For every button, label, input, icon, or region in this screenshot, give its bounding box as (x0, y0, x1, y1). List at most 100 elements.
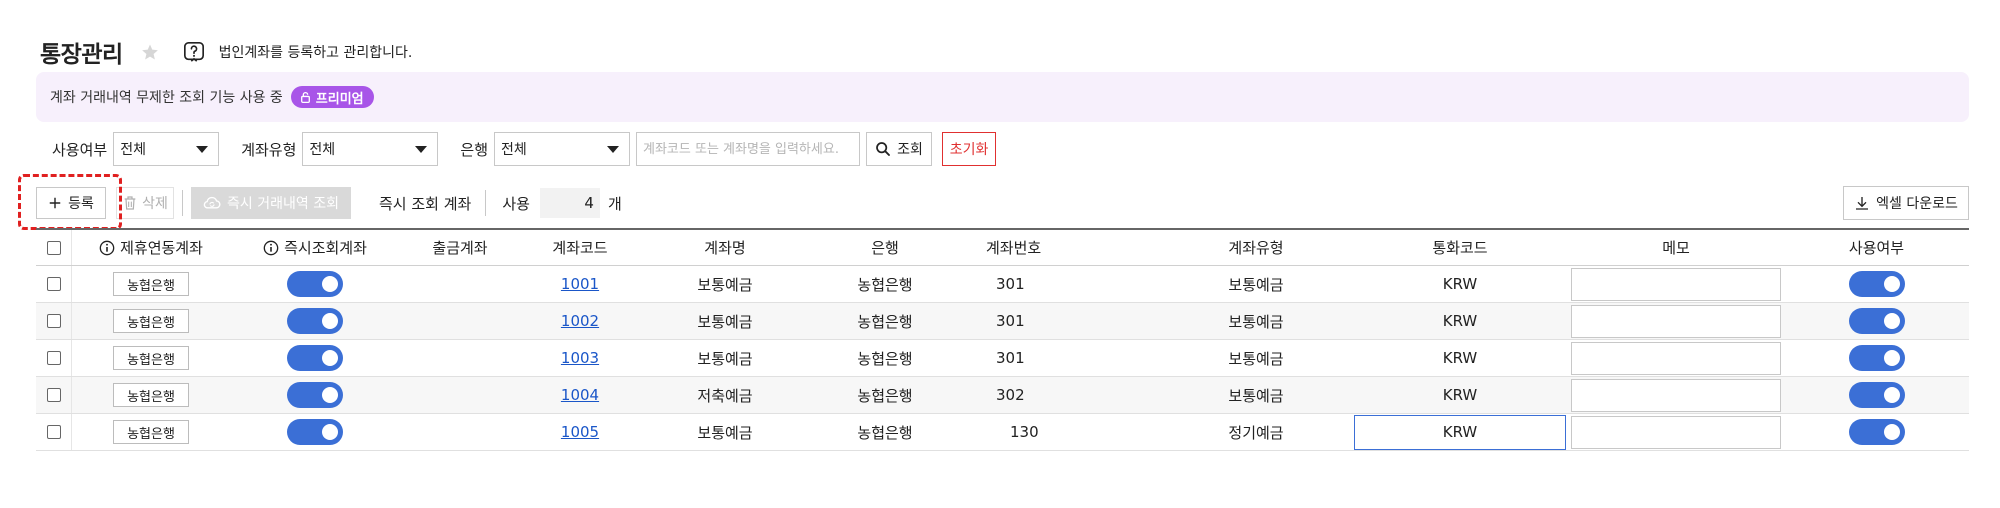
info-icon[interactable] (99, 240, 115, 256)
row-checkbox[interactable] (46, 277, 61, 291)
memo-cell (1568, 340, 1784, 376)
memo-input[interactable] (1571, 267, 1781, 301)
delete-button[interactable]: 삭제 (116, 187, 174, 219)
row-checkbox[interactable] (46, 388, 61, 402)
partner-bank-cell: 농협은행 (72, 377, 230, 413)
cloud-refresh-icon (203, 196, 221, 209)
partner-bank-button[interactable]: 농협은행 (113, 383, 189, 407)
type-filter-select[interactable]: 전체 (302, 132, 439, 166)
info-icon[interactable] (263, 240, 279, 256)
download-icon (1856, 197, 1869, 210)
table-row[interactable]: 농협은행 1002 보통예금 농협은행 301 보통예금 KRW (36, 303, 1969, 340)
account-code-link[interactable]: 1001 (561, 275, 599, 293)
row-checkbox[interactable] (46, 351, 61, 365)
select-all-checkbox[interactable] (46, 240, 61, 255)
account-code-link[interactable]: 1004 (561, 386, 599, 404)
table-row[interactable]: 농협은행 1003 보통예금 농협은행 301 보통예금 KRW (36, 340, 1969, 377)
register-button[interactable]: 등록 (36, 187, 106, 219)
memo-input[interactable] (1571, 304, 1781, 338)
header-account-name: 계좌명 (704, 239, 746, 257)
toolbar-divider (182, 190, 183, 216)
row-checkbox-cell (36, 414, 72, 450)
header-withdraw-account: 출금계좌 (432, 239, 488, 257)
account-code-link[interactable]: 1002 (561, 312, 599, 330)
instant-toggle[interactable] (287, 382, 343, 408)
search-input[interactable] (636, 132, 861, 166)
active-toggle[interactable] (1848, 345, 1905, 371)
header-account-number: 계좌번호 (986, 239, 1042, 257)
account-code-link[interactable]: 1005 (561, 423, 599, 441)
table-row[interactable]: 농협은행 1001 보통예금 농협은행 301 보통예금 KRW (36, 266, 1969, 303)
instant-toggle-cell (230, 414, 400, 450)
instant-toggle[interactable] (287, 308, 343, 334)
page-header: 통장관리 법인계좌를 등록하고 관리합니다. (40, 36, 412, 68)
active-toggle-cell (1784, 414, 1969, 450)
toolbar-divider (485, 190, 487, 216)
plus-icon (49, 197, 61, 209)
excel-download-button[interactable]: 엑셀 다운로드 (1843, 186, 1969, 220)
account-type-cell: 정기예금 (1228, 423, 1284, 442)
bank-filter-label: 은행 (460, 140, 489, 159)
header-instant-account: 즉시조회계좌 (230, 230, 400, 265)
currency-cell: KRW (1442, 386, 1478, 404)
row-checkbox[interactable] (46, 314, 61, 328)
account-number-cell: 130 (1010, 423, 1039, 441)
instant-toggle-cell (230, 377, 400, 413)
table-header-row: 제휴연동계좌 즉시조회계좌 출금계좌 계좌코드 계좌명 은행 계좌번호 계좌유형… (36, 230, 1969, 266)
memo-input[interactable] (1571, 415, 1781, 449)
memo-cell (1568, 414, 1784, 450)
account-name-cell: 저축예금 (697, 386, 753, 405)
instant-toggle[interactable] (287, 419, 343, 445)
account-code-link[interactable]: 1003 (561, 349, 599, 367)
star-icon[interactable] (141, 43, 159, 61)
account-code-cell: 1002 (520, 303, 640, 339)
header-memo: 메모 (1662, 239, 1690, 257)
account-type-cell: 보통예금 (1228, 349, 1284, 368)
usage-filter-select[interactable]: 전체 (113, 132, 220, 166)
account-name-cell: 보통예금 (697, 312, 753, 331)
table-row[interactable]: 농협은행 1005 보통예금 농협은행 130 정기예금 KRW (36, 414, 1969, 451)
account-code-cell: 1003 (520, 340, 640, 376)
active-toggle[interactable] (1848, 382, 1905, 408)
account-number-cell: 301 (996, 312, 1025, 330)
bank-cell: 농협은행 (857, 312, 913, 331)
excel-download-label: 엑셀 다운로드 (1876, 196, 1958, 212)
partner-bank-button[interactable]: 농협은행 (113, 420, 189, 444)
account-code-cell: 1004 (520, 377, 640, 413)
search-button[interactable]: 조회 (866, 132, 933, 166)
lock-icon (300, 91, 310, 103)
use-count: 4 (539, 188, 600, 218)
row-checkbox-cell (36, 340, 72, 376)
use-label: 사용 (502, 194, 530, 213)
reset-button[interactable]: 초기화 (942, 132, 997, 166)
memo-input[interactable] (1571, 378, 1781, 412)
row-checkbox[interactable] (46, 425, 61, 439)
active-toggle[interactable] (1848, 419, 1905, 445)
row-checkbox-cell (36, 303, 72, 339)
currency-selected-cell[interactable]: KRW (1354, 414, 1566, 450)
active-toggle[interactable] (1848, 308, 1905, 334)
currency-cell: KRW (1442, 275, 1478, 293)
bank-filter-select[interactable]: 전체 (494, 132, 631, 166)
partner-bank-button[interactable]: 농협은행 (113, 272, 189, 296)
bank-cell: 농협은행 (857, 275, 913, 294)
usage-filter-label: 사용여부 (52, 140, 108, 159)
table-toolbar: 등록 삭제 즉시 거래내역 조회 즉시 조회 계좌 사용 4 개 엑셀 다운로드 (18, 174, 1969, 230)
memo-input[interactable] (1571, 341, 1781, 375)
row-checkbox-cell (36, 266, 72, 302)
instant-toggle[interactable] (287, 271, 343, 297)
partner-bank-button[interactable]: 농협은행 (113, 346, 189, 370)
instant-transaction-button[interactable]: 즉시 거래내역 조회 (191, 187, 351, 219)
partner-bank-button[interactable]: 농협은행 (113, 309, 189, 333)
account-type-cell: 보통예금 (1228, 275, 1284, 294)
premium-badge: 프리미엄 (290, 86, 374, 108)
table-row[interactable]: 농협은행 1004 저축예금 농협은행 302 보통예금 KRW (36, 377, 1969, 414)
account-name-cell: 보통예금 (697, 423, 753, 442)
active-toggle[interactable] (1848, 271, 1905, 297)
register-button-label: 등록 (68, 196, 94, 212)
search-icon (876, 142, 891, 156)
partner-bank-cell: 농협은행 (72, 414, 230, 450)
help-icon[interactable] (183, 41, 205, 63)
withdraw-cell (400, 377, 520, 413)
instant-toggle[interactable] (287, 345, 343, 371)
